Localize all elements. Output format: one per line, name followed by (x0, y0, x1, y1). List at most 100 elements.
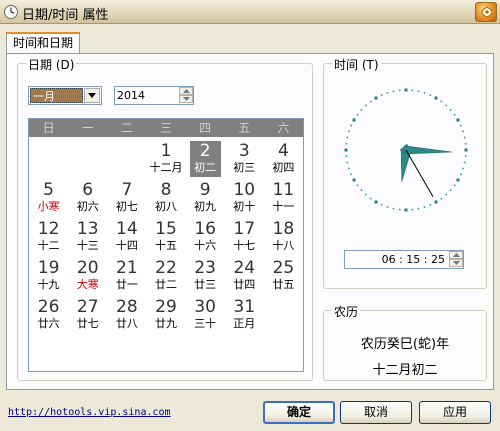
lunar-date-text: 十二月初二 (372, 363, 438, 378)
calendar-day[interactable]: 22 廿二 (146, 258, 185, 297)
calendar-day[interactable]: 26 廿六 (29, 297, 68, 336)
calendar-day[interactable]: 17 十七 (225, 219, 264, 258)
clock-tick (462, 167, 464, 170)
clock-tick (365, 104, 367, 107)
year-up-button[interactable] (179, 87, 193, 95)
lunar-year-text: 农历癸巳(蛇)年 (360, 337, 450, 352)
weekday-header: 五 (238, 121, 251, 135)
calendar-day[interactable]: 21 廿一 (107, 258, 146, 297)
day-number: 16 (194, 219, 216, 239)
year-input[interactable]: 2014 (117, 88, 145, 103)
weekday-header: 二 (120, 121, 133, 135)
apply-button[interactable]: 应用 (419, 401, 491, 424)
calendar-day[interactable]: 31 正月 (225, 297, 264, 336)
clock-tick (423, 92, 426, 94)
day-number: 29 (155, 297, 177, 317)
year-spinner[interactable]: 2014 (114, 86, 194, 105)
time-input[interactable]: 06 : 15 : 25 (382, 252, 445, 267)
clock-tick (352, 118, 356, 122)
clock-tick (449, 109, 452, 111)
title-bar: 日期/时间 属性 (0, 0, 500, 24)
clock-tick (456, 178, 460, 182)
day-number: 21 (116, 258, 138, 278)
window-title: 日期/时间 属性 (22, 8, 109, 23)
lunar-day-label: 十八 (272, 239, 295, 252)
time-down-button[interactable] (449, 259, 463, 267)
clock-tick (356, 113, 359, 116)
lunar-day-label: 十七 (233, 239, 256, 252)
clock-tick (350, 124, 352, 127)
clock-tick (462, 130, 464, 133)
calendar-day[interactable]: 10 初十 (225, 180, 264, 219)
clock-tick (380, 204, 383, 206)
month-dropdown-button[interactable] (84, 88, 100, 103)
time-up-button[interactable] (449, 251, 463, 259)
calendar-day[interactable]: 2 初二 (189, 141, 221, 177)
weekday-header: 日 (42, 121, 55, 135)
cancel-button[interactable]: 取消 (340, 401, 412, 424)
time-spinner[interactable]: 06 : 15 : 25 (344, 250, 464, 269)
clock-tick (440, 197, 443, 200)
month-select[interactable]: 一月 (28, 86, 102, 105)
calendar-day[interactable]: 11 十一 (264, 180, 303, 219)
lunar-day-label: 十一 (272, 200, 295, 213)
calendar-empty-cell (68, 141, 107, 180)
day-number: 18 (272, 219, 295, 239)
calendar-day[interactable]: 6 初六 (68, 180, 107, 219)
calendar-day[interactable]: 29 廿九 (146, 297, 185, 336)
lunar-day-label: 小寒 (37, 200, 60, 213)
clock-tick (360, 109, 363, 111)
calendar-day[interactable]: 7 初七 (107, 180, 146, 219)
arrow-up-icon (453, 253, 460, 257)
calendar-day[interactable]: 30 三十 (186, 297, 225, 336)
day-number: 15 (155, 219, 177, 239)
clock-tick (392, 90, 395, 93)
calendar-day[interactable]: 27 廿七 (68, 297, 107, 336)
lunar-day-label: 十九 (37, 278, 60, 291)
calendar-day[interactable]: 13 十三 (68, 219, 107, 258)
clock-tick (398, 89, 401, 92)
homepage-link[interactable]: http://hotools.vip.sina.com (8, 407, 171, 418)
clock-tick (417, 90, 420, 93)
calendar-day[interactable]: 1 十二月 (146, 141, 185, 180)
calendar-day[interactable]: 12 十二 (29, 219, 68, 258)
calendar-day[interactable]: 28 廿八 (107, 297, 146, 336)
calendar-day[interactable]: 23 廿三 (186, 258, 225, 297)
close-button[interactable] (475, 2, 497, 22)
calendar-day[interactable]: 8 初八 (146, 180, 185, 219)
calendar-day[interactable]: 19 十九 (29, 258, 68, 297)
arrow-down-icon (183, 97, 190, 101)
lunar-day-label: 廿七 (76, 317, 99, 330)
day-number: 2 (199, 141, 211, 161)
calendar-day[interactable]: 25 廿五 (264, 258, 303, 297)
calendar-day[interactable]: 15 十五 (146, 219, 185, 258)
year-spin-buttons (179, 87, 193, 104)
clock-tick (429, 94, 432, 96)
calendar-day[interactable]: 14 十四 (107, 219, 146, 258)
day-number: 8 (160, 180, 172, 200)
calendar-day[interactable]: 9 初九 (186, 180, 225, 219)
clock-tick (429, 204, 432, 206)
analog-clock (344, 88, 468, 212)
clock-tick (445, 104, 447, 107)
lunar-day-label: 正月 (233, 317, 256, 330)
calendar-day[interactable]: 18 十八 (264, 219, 303, 258)
calendar-day[interactable]: 5 小寒 (29, 180, 68, 219)
calendar-day[interactable]: 24 廿四 (225, 258, 264, 297)
calendar-day[interactable]: 20 大寒 (68, 258, 107, 297)
calendar-day[interactable]: 3 初三 (225, 141, 264, 180)
clock-tick (374, 200, 378, 204)
calendar-day[interactable]: 16 十六 (186, 219, 225, 258)
calendar-grid: 1 十二月 2 初二 3 初三 4 初四 5 小寒 6 初六 7 初七 8 初八 9 初九 10 初十 11 十一 12 十二… (29, 141, 303, 336)
clock-tick (460, 173, 462, 176)
year-down-button[interactable] (179, 95, 193, 103)
time-group: 时间 (T) 06 : 15 : 25 (323, 56, 487, 289)
ok-button[interactable]: 确定 (263, 401, 335, 424)
time-group-label: 时间 (T) (332, 56, 381, 73)
lunar-day-label: 初八 (154, 200, 177, 213)
calendar-day[interactable]: 4 初四 (264, 141, 303, 180)
clock-tick (392, 207, 395, 210)
tab-time-and-date[interactable]: 时间和日期 (6, 32, 81, 54)
arrow-down-icon (453, 261, 460, 265)
clock-app-icon[interactable] (3, 4, 19, 20)
